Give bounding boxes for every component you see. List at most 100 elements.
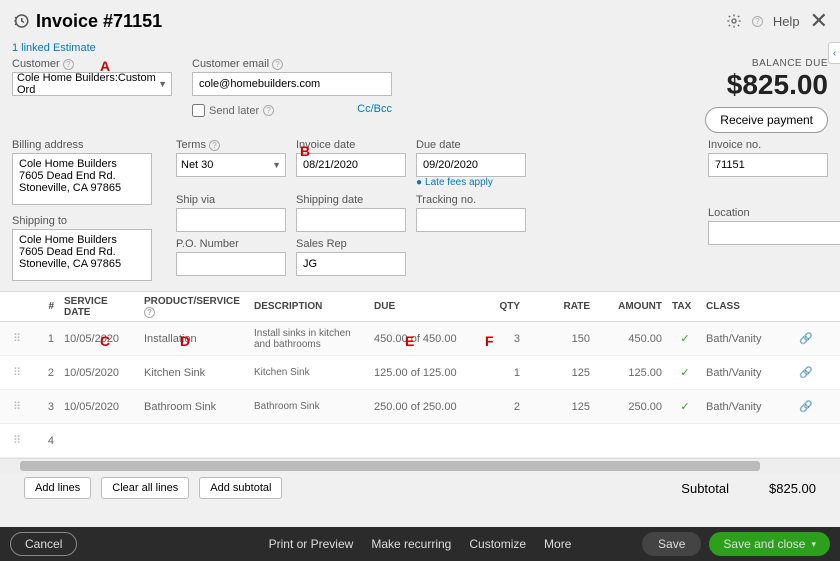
col-num: # [34, 301, 60, 312]
row-num: 2 [34, 367, 60, 379]
link-icon[interactable]: 🔗 [786, 400, 826, 413]
side-panel-toggle[interactable]: ‹ [828, 42, 840, 64]
drag-handle-icon[interactable]: ⠿ [0, 366, 34, 379]
drag-handle-icon[interactable]: ⠿ [0, 332, 34, 345]
invoice-no-label: Invoice no. [708, 139, 828, 151]
drag-handle-icon[interactable]: ⠿ [0, 400, 34, 413]
billing-address-field[interactable]: Cole Home Builders 7605 Dead End Rd. Sto… [12, 153, 152, 205]
horizontal-scrollbar[interactable] [0, 459, 840, 473]
shipping-date-label: Shipping date [296, 194, 406, 206]
col-due: DUE [370, 301, 470, 312]
help-label[interactable]: Help [773, 14, 800, 29]
row-date[interactable]: 10/05/2020 [60, 367, 140, 379]
help-icon[interactable]: ? [752, 16, 763, 27]
customer-select[interactable]: Cole Home Builders:Custom Ord▼ [12, 72, 172, 96]
row-class[interactable]: Bath/Vanity [702, 401, 786, 413]
add-subtotal-button[interactable]: Add subtotal [199, 477, 282, 499]
col-rate: RATE [526, 301, 596, 312]
col-tax: TAX [668, 301, 702, 312]
drag-handle-icon[interactable]: ⠿ [0, 434, 34, 447]
billing-address-label: Billing address [12, 139, 152, 151]
table-row[interactable]: ⠿4 [0, 424, 840, 458]
subtotal-value: $825.00 [769, 481, 816, 496]
row-amount: 450.00 [596, 333, 668, 345]
po-field[interactable] [176, 252, 286, 276]
invoice-date-field[interactable] [296, 153, 406, 177]
row-class[interactable]: Bath/Vanity [702, 333, 786, 345]
col-product: PRODUCT/SERVICE ? [140, 296, 250, 318]
customize-button[interactable]: Customize [469, 537, 526, 551]
row-product[interactable]: Installation [140, 333, 250, 345]
save-and-close-button[interactable]: Save and close [709, 532, 830, 556]
print-preview-button[interactable]: Print or Preview [269, 537, 354, 551]
more-button[interactable]: More [544, 537, 571, 551]
row-due: 125.00 of 125.00 [370, 367, 470, 379]
invoice-no-field[interactable] [708, 153, 828, 177]
due-date-field[interactable] [416, 153, 526, 177]
subtotal-label: Subtotal [681, 481, 729, 496]
row-desc[interactable]: Kitchen Sink [250, 367, 370, 378]
col-description: DESCRIPTION [250, 301, 370, 312]
cancel-button[interactable]: Cancel [10, 532, 77, 556]
row-tax-check[interactable]: ✓ [668, 366, 702, 379]
make-recurring-button[interactable]: Make recurring [371, 537, 451, 551]
row-desc[interactable]: Install sinks in kitchen and bathrooms [250, 328, 370, 350]
row-tax-check[interactable]: ✓ [668, 332, 702, 345]
location-label: Location [708, 207, 828, 219]
row-class[interactable]: Bath/Vanity [702, 367, 786, 379]
shipping-to-label: Shipping to [12, 215, 152, 227]
row-rate[interactable]: 125 [526, 367, 596, 379]
receive-payment-button[interactable]: Receive payment [705, 107, 828, 133]
row-due: 450.00 of 450.00 [370, 333, 470, 345]
line-items-table: # SERVICE DATE PRODUCT/SERVICE ? DESCRIP… [0, 291, 840, 459]
row-rate[interactable]: 125 [526, 401, 596, 413]
balance-due-amount: $825.00 [705, 69, 828, 101]
row-num: 1 [34, 333, 60, 345]
tracking-label: Tracking no. [416, 194, 526, 206]
row-desc[interactable]: Bathroom Sink [250, 401, 370, 412]
row-product[interactable]: Bathroom Sink [140, 401, 250, 413]
terms-label: Terms? [176, 139, 286, 151]
email-label: Customer email? [192, 58, 392, 70]
linked-estimate-link[interactable]: 1 linked Estimate [0, 42, 840, 54]
col-service-date: SERVICE DATE [60, 296, 140, 318]
po-label: P.O. Number [176, 238, 286, 250]
row-date[interactable]: 10/05/2020 [60, 333, 140, 345]
send-later-checkbox[interactable]: Send later? [192, 104, 274, 117]
sales-rep-label: Sales Rep [296, 238, 406, 250]
ccbcc-link[interactable]: Cc/Bcc [357, 103, 392, 115]
row-num: 4 [34, 435, 60, 447]
row-date[interactable]: 10/05/2020 [60, 401, 140, 413]
table-row[interactable]: ⠿210/05/2020Kitchen SinkKitchen Sink125.… [0, 356, 840, 390]
row-tax-check[interactable]: ✓ [668, 400, 702, 413]
row-product[interactable]: Kitchen Sink [140, 367, 250, 379]
ship-via-label: Ship via [176, 194, 286, 206]
save-button[interactable]: Save [642, 532, 701, 556]
shipping-date-field[interactable] [296, 208, 406, 232]
row-qty[interactable]: 1 [470, 367, 526, 379]
add-lines-button[interactable]: Add lines [24, 477, 91, 499]
tracking-field[interactable] [416, 208, 526, 232]
row-rate[interactable]: 150 [526, 333, 596, 345]
row-due: 250.00 of 250.00 [370, 401, 470, 413]
ship-via-field[interactable] [176, 208, 286, 232]
clear-lines-button[interactable]: Clear all lines [101, 477, 189, 499]
gear-icon[interactable] [726, 13, 742, 29]
location-select[interactable]: ▼ [708, 221, 828, 245]
email-field[interactable] [192, 72, 392, 96]
close-icon[interactable]: ✕ [810, 8, 828, 34]
invoice-date-label: Invoice date [296, 139, 406, 151]
shipping-to-field[interactable]: Cole Home Builders 7605 Dead End Rd. Sto… [12, 229, 152, 281]
link-icon[interactable]: 🔗 [786, 366, 826, 379]
page-title: Invoice #71151 [12, 11, 162, 32]
terms-select[interactable]: Net 30▼ [176, 153, 286, 177]
table-row[interactable]: ⠿110/05/2020InstallationInstall sinks in… [0, 322, 840, 356]
table-row[interactable]: ⠿310/05/2020Bathroom SinkBathroom Sink25… [0, 390, 840, 424]
due-date-label: Due date [416, 139, 526, 151]
row-qty[interactable]: 2 [470, 401, 526, 413]
link-icon[interactable]: 🔗 [786, 332, 826, 345]
customer-label: Customer? [12, 58, 172, 70]
col-amount: AMOUNT [596, 301, 668, 312]
row-qty[interactable]: 3 [470, 333, 526, 345]
sales-rep-field[interactable] [296, 252, 406, 276]
